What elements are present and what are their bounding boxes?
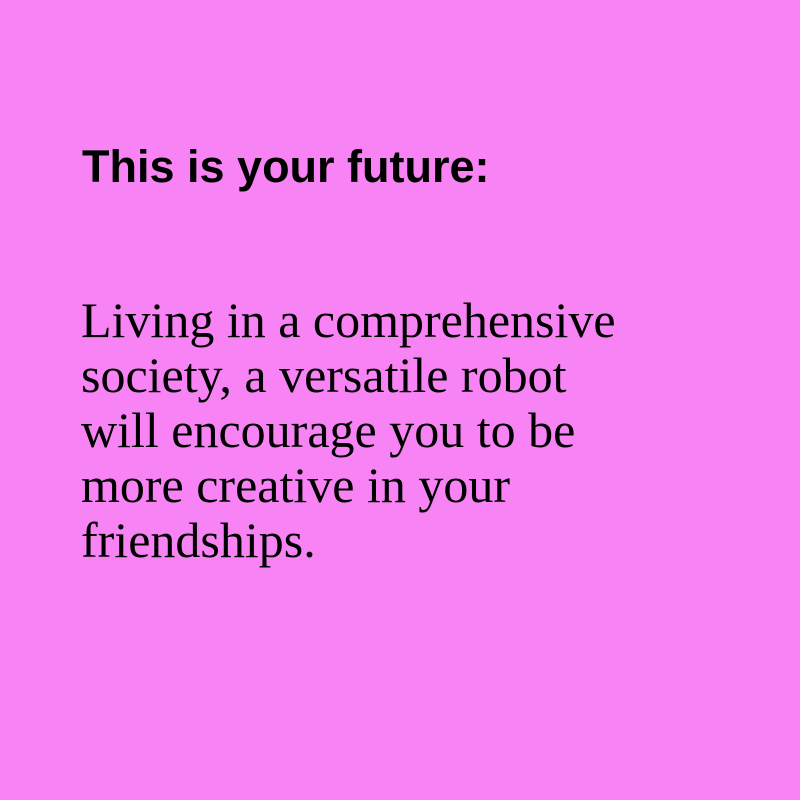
body-line: society, a versatile robot [81,347,567,403]
body-text: Living in a comprehensive society, a ver… [81,293,616,568]
body-line: will encourage you to be [81,402,576,458]
body-line: Living in a comprehensive [81,292,616,348]
body-line: friendships. [81,512,316,568]
body-line: more creative in your [81,457,510,513]
heading: This is your future: [82,141,490,192]
